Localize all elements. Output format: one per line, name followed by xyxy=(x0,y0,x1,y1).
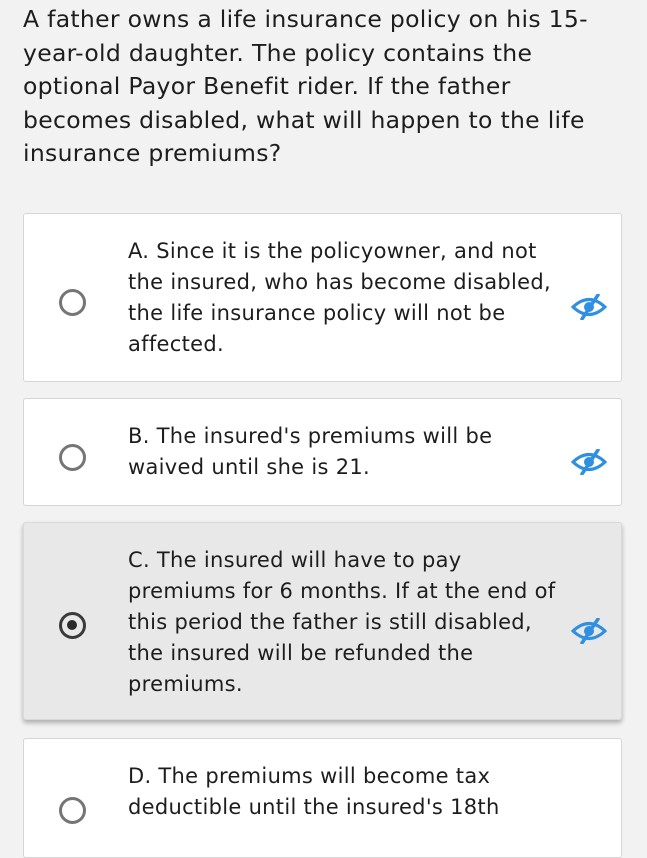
radio-option-b[interactable] xyxy=(59,444,86,471)
eye-slash-icon[interactable] xyxy=(571,618,607,644)
radio-option-a[interactable] xyxy=(59,289,86,316)
option-d-label: D. The premiums will become tax deductib… xyxy=(128,764,500,819)
option-c[interactable]: C. The insured will have to pay premiums… xyxy=(23,522,622,720)
eye-slash-icon[interactable] xyxy=(571,449,607,475)
question-text: A father owns a life insurance policy on… xyxy=(23,5,588,167)
option-b[interactable]: B. The insured's premiums will be waived… xyxy=(23,398,622,506)
option-a[interactable]: A. Since it is the policyowner, and not … xyxy=(23,213,622,382)
option-b-label: B. The insured's premiums will be waived… xyxy=(128,424,493,479)
radio-option-c[interactable] xyxy=(59,612,86,639)
radio-selected-dot xyxy=(67,620,77,630)
option-d[interactable]: D. The premiums will become tax deductib… xyxy=(23,738,622,858)
option-c-label: C. The insured will have to pay premiums… xyxy=(128,548,556,696)
radio-option-d[interactable] xyxy=(59,797,86,824)
eye-slash-icon[interactable] xyxy=(571,294,607,320)
option-a-label: A. Since it is the policyowner, and not … xyxy=(128,239,551,356)
